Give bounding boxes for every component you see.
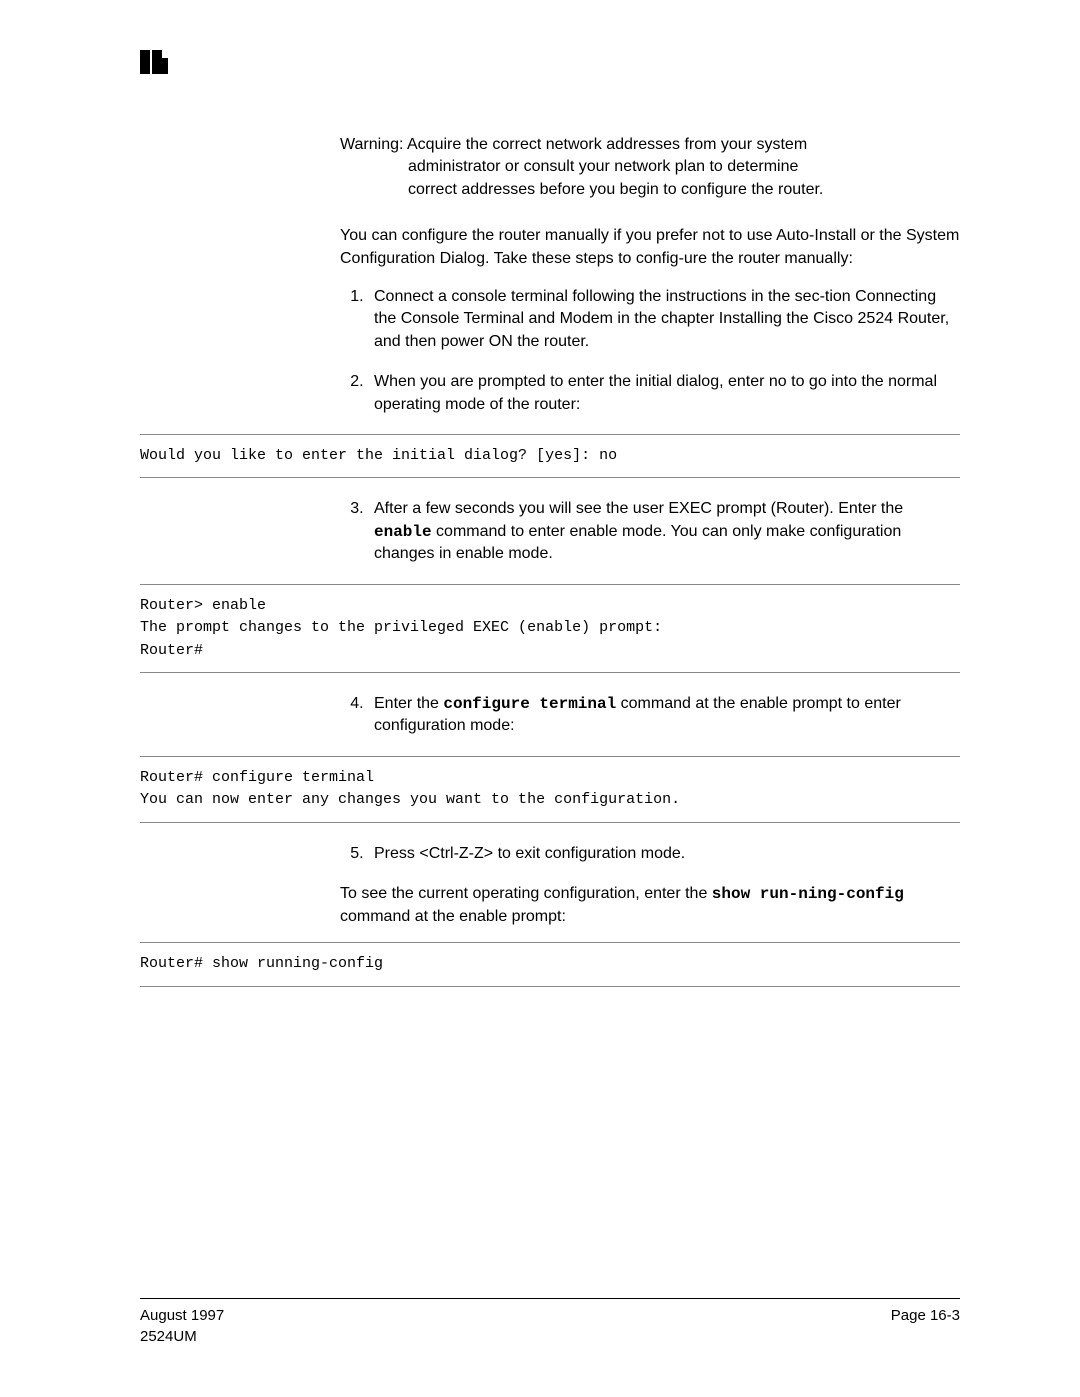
show-running-config-command: show run-ning-config (712, 885, 904, 903)
warning-line2: administrator or consult your network pl… (340, 156, 960, 178)
footer-doc: 2524UM (140, 1326, 224, 1347)
warning-line1: Acquire the correct network addresses fr… (407, 136, 807, 153)
enable-command: enable (374, 523, 432, 541)
step-3-text-b: command to enter enable mode. You can on… (374, 523, 901, 562)
warning-block: Warning: Acquire the correct network add… (340, 134, 960, 201)
intro-paragraph: You can configure the router manually if… (340, 225, 960, 270)
step-1: Connect a console terminal following the… (368, 286, 960, 353)
warning-label: Warning: (340, 136, 403, 153)
code-block-4: Router# show running-config (140, 942, 960, 987)
tail-text-b: command at the enable prompt: (340, 908, 566, 925)
code-block-1: Would you like to enter the initial dial… (140, 434, 960, 479)
logo-icon (140, 50, 176, 74)
tail-paragraph: To see the current operating configurati… (340, 883, 960, 928)
steps-list-a: Connect a console terminal following the… (340, 286, 960, 416)
step-4: Enter the configure terminal command at … (368, 693, 960, 738)
footer-date: August 1997 (140, 1305, 224, 1326)
configure-terminal-command: configure terminal (443, 695, 616, 713)
tail-text-a: To see the current operating configurati… (340, 885, 712, 902)
steps-list-b: After a few seconds you will see the use… (340, 498, 960, 565)
step-2: When you are prompted to enter the initi… (368, 371, 960, 416)
code-block-2: Router> enable The prompt changes to the… (140, 584, 960, 674)
steps-list-c: Enter the configure terminal command at … (340, 693, 960, 738)
steps-list-d: Press <Ctrl-Z-Z> to exit configuration m… (340, 843, 960, 865)
code-block-3: Router# configure terminal You can now e… (140, 756, 960, 823)
step-3-text-a: After a few seconds you will see the use… (374, 500, 903, 517)
warning-line3: correct addresses before you begin to co… (340, 179, 960, 201)
page-footer: August 1997 2524UM Page 16-3 (140, 1298, 960, 1347)
step-4-text-a: Enter the (374, 695, 443, 712)
footer-page: Page 16-3 (891, 1305, 960, 1347)
step-3: After a few seconds you will see the use… (368, 498, 960, 565)
page-header (140, 50, 960, 74)
step-5: Press <Ctrl-Z-Z> to exit configuration m… (368, 843, 960, 865)
